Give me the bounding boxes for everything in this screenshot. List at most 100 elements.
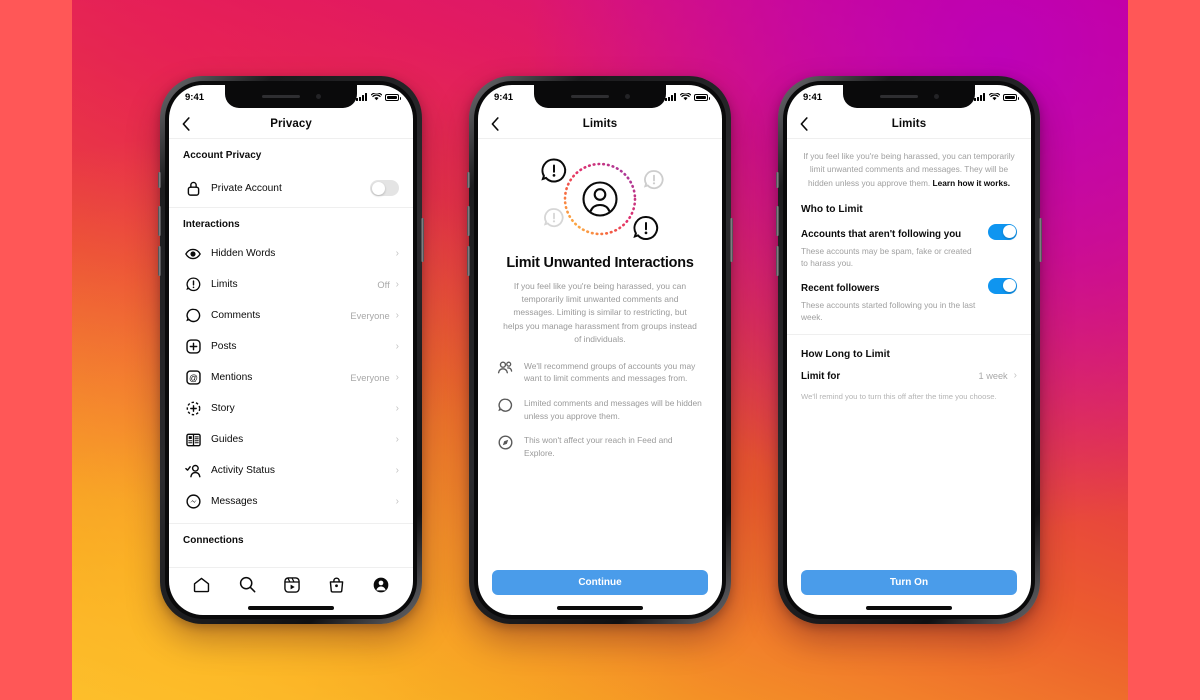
switch-row-recent-followers[interactable]: Recent followers These accounts started … [787, 269, 1031, 323]
page-title: Privacy [270, 117, 312, 130]
chevron-right-icon: › [395, 309, 399, 321]
bullet-item: This won't affect your reach in Feed and… [496, 434, 704, 459]
row-posts[interactable]: Posts › [169, 331, 413, 362]
reels-icon [284, 576, 301, 593]
chevron-right-icon: › [395, 402, 399, 414]
svg-text:@: @ [189, 373, 198, 383]
chevron-right-icon: › [395, 371, 399, 383]
bullet-text: This won't affect your reach in Feed and… [524, 435, 673, 458]
chevron-right-icon: › [395, 495, 399, 507]
volume-down-button [467, 246, 470, 276]
limits-bullets: We'll recommend groups of accounts you m… [478, 346, 722, 460]
volume-down-button [158, 246, 161, 276]
phone-mockup-privacy: 9:41 Privacy Account Privacy Private Acc… [158, 76, 424, 624]
tab-home[interactable] [193, 577, 210, 593]
phone3-navbar: Limits [787, 109, 1031, 139]
bottom-tab-bar [169, 567, 413, 601]
chevron-right-icon: › [395, 278, 399, 290]
row-messages[interactable]: Messages › [169, 486, 413, 517]
status-time: 9:41 [185, 91, 205, 103]
home-icon [194, 577, 210, 592]
row-activity-status[interactable]: Activity Status › [169, 455, 413, 486]
bullet-text: Limited comments and messages will be hi… [524, 398, 702, 421]
phone3-screen: 9:41 Limits If you feel like you're bein… [787, 85, 1031, 615]
chevron-right-icon: › [395, 433, 399, 445]
wifi-icon [988, 93, 1000, 101]
page-title: Limits [891, 117, 927, 130]
row-label: Mentions [211, 372, 253, 383]
row-label: Private Account [211, 182, 282, 194]
battery-icon [385, 93, 401, 101]
row-limits[interactable]: Limits Off › [169, 269, 413, 300]
volume-up-button [776, 206, 779, 236]
messenger-icon [183, 494, 203, 509]
learn-how-it-works-link[interactable]: Learn how it works. [933, 178, 1010, 188]
switch-title: Accounts that aren't following you [801, 228, 962, 240]
back-button[interactable] [491, 116, 507, 131]
tab-shop[interactable] [329, 577, 344, 593]
plus-square-icon [183, 339, 203, 354]
alert-bubble-dark-top-left [541, 158, 567, 183]
row-story[interactable]: Story › [169, 393, 413, 424]
row-limit-for[interactable]: Limit for 1 week › [787, 360, 1031, 382]
compass-explore-icon [496, 434, 514, 450]
alert-bubble-icon [183, 277, 203, 292]
signal-bars-icon [665, 93, 676, 101]
toggle-accounts-not-following[interactable] [988, 223, 1017, 240]
story-plus-icon [183, 401, 203, 416]
toggle-recent-followers[interactable] [988, 277, 1017, 294]
limits-description: If you feel like you're being harassed, … [503, 281, 697, 344]
chevron-right-icon: › [395, 247, 399, 259]
alert-bubble-faded-right [643, 170, 664, 190]
switch-row-not-following[interactable]: Accounts that aren't following you These… [787, 215, 1031, 269]
row-label: Posts [211, 341, 237, 352]
section-header-how-long: How Long to Limit [801, 348, 890, 360]
status-bar: 9:41 [787, 85, 1031, 109]
person-circle-icon [582, 181, 618, 217]
chevron-right-icon: › [395, 340, 399, 352]
comment-bubble-icon [496, 397, 514, 412]
row-hidden-words[interactable]: Hidden Words › [169, 238, 413, 269]
back-button[interactable] [182, 116, 198, 131]
row-private-account[interactable]: Private Account [169, 169, 413, 207]
shop-bag-icon [329, 577, 344, 593]
phone2-screen: 9:41 Limits Limit Unwanted Interactions … [478, 85, 722, 615]
home-indicator [787, 601, 1031, 615]
phone3-content: If you feel like you're being harassed, … [787, 139, 1031, 601]
status-bar: 9:41 [169, 85, 413, 109]
continue-button[interactable]: Continue [492, 570, 708, 595]
mute-switch [467, 172, 470, 188]
power-button [1039, 218, 1042, 262]
status-time: 9:41 [803, 91, 823, 103]
eye-icon [183, 248, 203, 260]
back-button[interactable] [800, 116, 816, 131]
switch-title: Recent followers [801, 282, 880, 294]
tab-search[interactable] [239, 576, 256, 593]
chevron-right-icon: › [395, 464, 399, 476]
limit-for-value: 1 week [978, 371, 1008, 382]
search-icon [239, 576, 256, 593]
battery-icon [1003, 93, 1019, 101]
tab-reels[interactable] [284, 576, 301, 593]
mute-switch [158, 172, 161, 188]
row-comments[interactable]: Comments Everyone › [169, 300, 413, 331]
alert-bubble-faded-left [543, 208, 564, 228]
row-guides[interactable]: Guides › [169, 424, 413, 455]
section-header-account-privacy: Account Privacy [183, 150, 262, 161]
comment-bubble-icon [183, 308, 203, 323]
limit-for-note: We'll remind you to turn this off after … [801, 391, 997, 401]
row-mentions[interactable]: @ Mentions Everyone › [169, 362, 413, 393]
mute-switch [776, 172, 779, 188]
bullet-text: We'll recommend groups of accounts you m… [524, 360, 696, 384]
limit-for-label: Limit for [801, 370, 841, 382]
turn-on-button[interactable]: Turn On [801, 570, 1017, 595]
guides-book-icon [183, 433, 203, 447]
private-account-toggle[interactable] [370, 180, 399, 196]
row-value: Off [377, 279, 390, 290]
page-title: Limits [582, 117, 618, 130]
row-label: Limits [211, 279, 238, 290]
bullet-item: Limited comments and messages will be hi… [496, 397, 704, 422]
phone1-screen: 9:41 Privacy Account Privacy Private Acc… [169, 85, 413, 615]
tab-profile[interactable] [373, 577, 389, 593]
people-group-icon [496, 360, 514, 374]
